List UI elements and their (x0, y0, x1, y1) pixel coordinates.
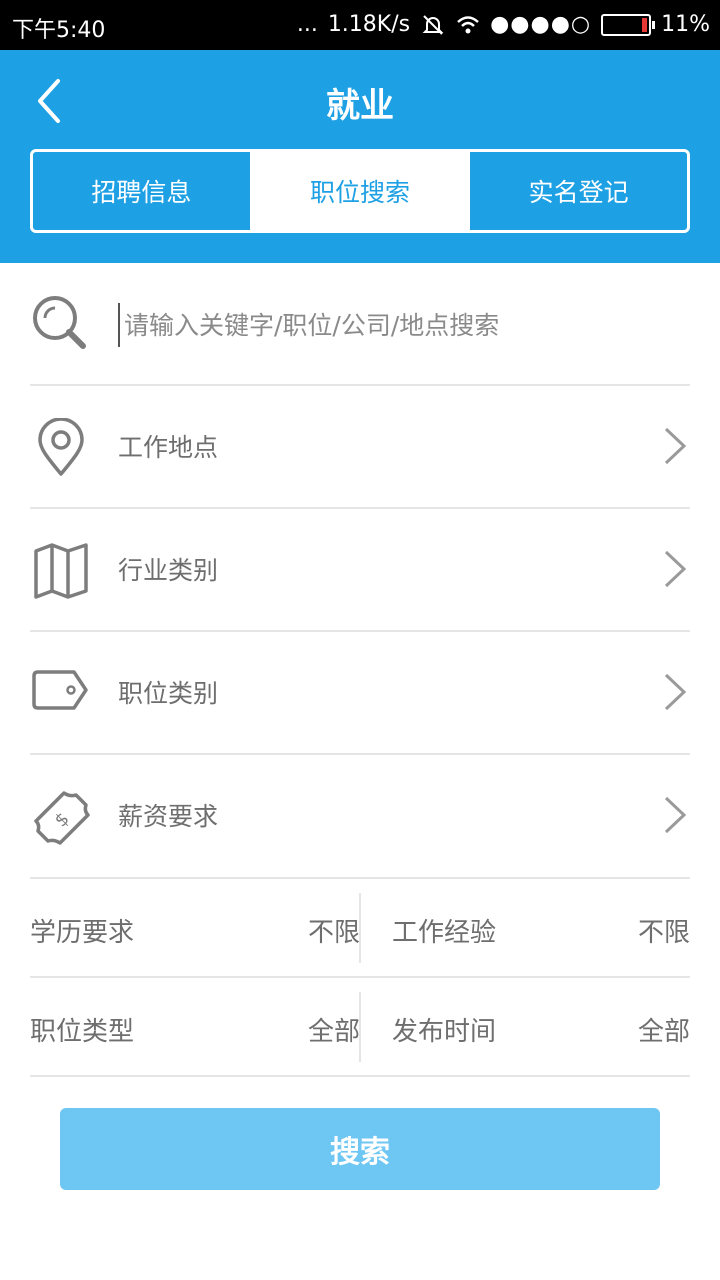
money-bill-icon: $ (34, 791, 90, 845)
search-input[interactable] (118, 303, 686, 347)
filter-publish-time[interactable]: 发布时间 全部 (360, 978, 690, 1075)
filter-label: 学历要求 (30, 918, 135, 948)
nav-item-industry-category[interactable]: 行业类别 (30, 509, 690, 632)
nav-item-work-location[interactable]: 工作地点 (30, 386, 690, 509)
nav-item-label: 工作地点 (118, 433, 219, 462)
filter-label: 职位类型 (30, 1017, 135, 1047)
tab-recruitment-info[interactable]: 招聘信息 (33, 152, 250, 230)
status-indicators: ... 1.18K/s ●●●●○ 11% (297, 12, 710, 37)
status-bar: 下午5:40 ... 1.18K/s ●●●●○ 11% (0, 0, 720, 50)
filter-job-type[interactable]: 职位类型 全部 (30, 978, 360, 1075)
nav-item-label: 行业类别 (118, 556, 219, 585)
filter-value: 全部 (637, 1017, 690, 1047)
nav-item-label: 薪资要求 (118, 802, 219, 831)
filter-row: 学历要求 不限 工作经验 不限 (30, 879, 690, 978)
filter-row: 职位类型 全部 发布时间 全部 (30, 978, 690, 1077)
status-dots: ... (296, 12, 318, 37)
nav-item-job-category[interactable]: 职位类别 (30, 632, 690, 755)
svg-text:$: $ (51, 808, 74, 831)
filter-value: 全部 (307, 1017, 360, 1047)
filter-education[interactable]: 学历要求 不限 (30, 879, 360, 976)
map-icon (34, 543, 88, 599)
header: 就业 招聘信息 职位搜索 实名登记 (0, 50, 720, 263)
tab-bar: 招聘信息 职位搜索 实名登记 (30, 149, 690, 233)
location-pin-icon (38, 418, 84, 476)
filter-work-experience[interactable]: 工作经验 不限 (360, 879, 690, 976)
filter-label: 发布时间 (392, 1017, 497, 1047)
tab-real-name-registration[interactable]: 实名登记 (468, 152, 687, 230)
signal-strength: ●●●●○ (490, 12, 592, 37)
battery-icon (601, 13, 656, 36)
chevron-right-icon (664, 427, 687, 465)
nav-item-salary-requirement[interactable]: $ 薪资要求 (30, 755, 690, 879)
tag-icon (32, 670, 88, 710)
nav-item-label: 职位类别 (118, 679, 219, 708)
search-button[interactable]: 搜索 (60, 1108, 660, 1190)
filter-value: 不限 (637, 918, 690, 948)
status-time: 下午5:40 (12, 18, 106, 43)
wifi-icon (457, 15, 479, 33)
chevron-right-icon (664, 550, 687, 588)
search-icon (33, 296, 86, 349)
chevron-right-icon (664, 673, 687, 711)
filter-label: 工作经验 (392, 918, 497, 948)
search-row (30, 263, 690, 386)
battery-percent: 11% (661, 12, 710, 37)
mute-icon (422, 14, 444, 35)
filter-value: 不限 (307, 918, 360, 948)
page-title: 就业 (326, 86, 394, 126)
network-speed: 1.18K/s (327, 12, 411, 37)
tab-job-search[interactable]: 职位搜索 (249, 152, 469, 230)
chevron-right-icon (664, 796, 687, 834)
